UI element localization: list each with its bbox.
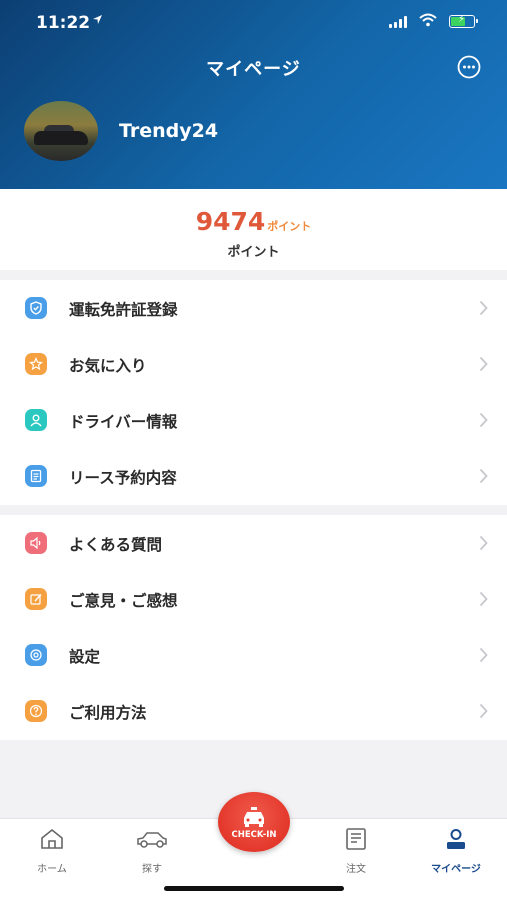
checkin-label: CHECK-IN — [231, 830, 277, 840]
points-unit: ポイント — [267, 220, 312, 233]
menu-item-driver-info[interactable]: ドライバー情報 — [0, 392, 507, 448]
tab-label: 注文 — [346, 864, 366, 875]
tab-label: ホーム — [37, 864, 67, 875]
menu-item-label: 運転免許証登録 — [69, 301, 178, 319]
wifi-icon — [419, 12, 437, 31]
person-icon — [444, 829, 468, 855]
driver-icon — [25, 409, 47, 431]
faq-icon — [25, 532, 47, 554]
tab-orders[interactable]: 注文 — [316, 827, 396, 875]
points-panel[interactable]: 9474 ポイント ポイント — [0, 189, 507, 270]
menu-group-1: 運転免許証登録 お気に入り ドライバー情報 リース予約内容 — [0, 280, 507, 505]
points-label: ポイント — [227, 245, 280, 260]
chevron-right-icon — [479, 535, 488, 555]
avatar[interactable] — [24, 101, 98, 161]
license-icon — [25, 297, 47, 319]
menu-item-lease-reservation[interactable]: リース予約内容 — [0, 448, 507, 504]
profile[interactable]: Trendy24 — [24, 101, 218, 161]
signal-icon — [389, 16, 407, 28]
chevron-right-icon — [479, 647, 488, 667]
help-icon — [25, 700, 47, 722]
page-title: マイページ — [206, 59, 301, 80]
menu-item-label: 設定 — [69, 648, 101, 666]
points-value: 9474 — [195, 207, 266, 236]
menu-group-2: よくある質問 ご意見・ご感想 設定 ご利用方法 — [0, 515, 507, 740]
status-bar: 11:22 ⚡ — [0, 0, 507, 44]
menu-item-label: ドライバー情報 — [69, 413, 178, 431]
menu-item-license[interactable]: 運転免許証登録 — [0, 280, 507, 336]
menu-item-label: よくある質問 — [69, 536, 163, 554]
username: Trendy24 — [119, 120, 219, 142]
chevron-right-icon — [479, 412, 488, 432]
menu-item-label: リース予約内容 — [69, 469, 177, 487]
status-time: 11:22 — [36, 13, 91, 33]
menu-item-settings[interactable]: 設定 — [0, 627, 507, 683]
tab-home[interactable]: ホーム — [12, 827, 92, 875]
home-icon — [39, 828, 65, 855]
header: 11:22 ⚡ マイページ Trendy24 — [0, 0, 507, 189]
car-front-icon — [240, 806, 268, 832]
car-icon — [135, 832, 169, 855]
chevron-right-icon — [479, 591, 488, 611]
menu-item-how-to-use[interactable]: ご利用方法 — [0, 683, 507, 739]
orders-icon — [344, 828, 368, 855]
menu-item-label: お気に入り — [69, 357, 147, 375]
message-icon[interactable] — [457, 55, 481, 79]
star-icon — [25, 353, 47, 375]
battery-icon: ⚡ — [449, 14, 478, 28]
menu-item-faq[interactable]: よくある質問 — [0, 515, 507, 571]
menu-item-label: ご利用方法 — [69, 704, 147, 722]
menu-item-label: ご意見・ご感想 — [69, 592, 178, 610]
tab-mypage[interactable]: マイページ — [416, 827, 496, 875]
chevron-right-icon — [479, 300, 488, 320]
settings-icon — [25, 644, 47, 666]
chevron-right-icon — [479, 468, 488, 488]
checkin-button[interactable]: CHECK-IN — [218, 792, 290, 852]
menu-item-feedback[interactable]: ご意見・ご感想 — [0, 571, 507, 627]
menu-item-favorites[interactable]: お気に入り — [0, 336, 507, 392]
document-icon — [25, 465, 47, 487]
chevron-right-icon — [479, 356, 488, 376]
location-arrow-icon — [92, 14, 103, 28]
feedback-icon — [25, 588, 47, 610]
home-indicator — [164, 886, 344, 891]
chevron-right-icon — [479, 703, 488, 723]
tab-search[interactable]: 探す — [112, 827, 192, 875]
tab-label: マイページ — [431, 864, 481, 875]
tab-label: 探す — [142, 864, 162, 875]
